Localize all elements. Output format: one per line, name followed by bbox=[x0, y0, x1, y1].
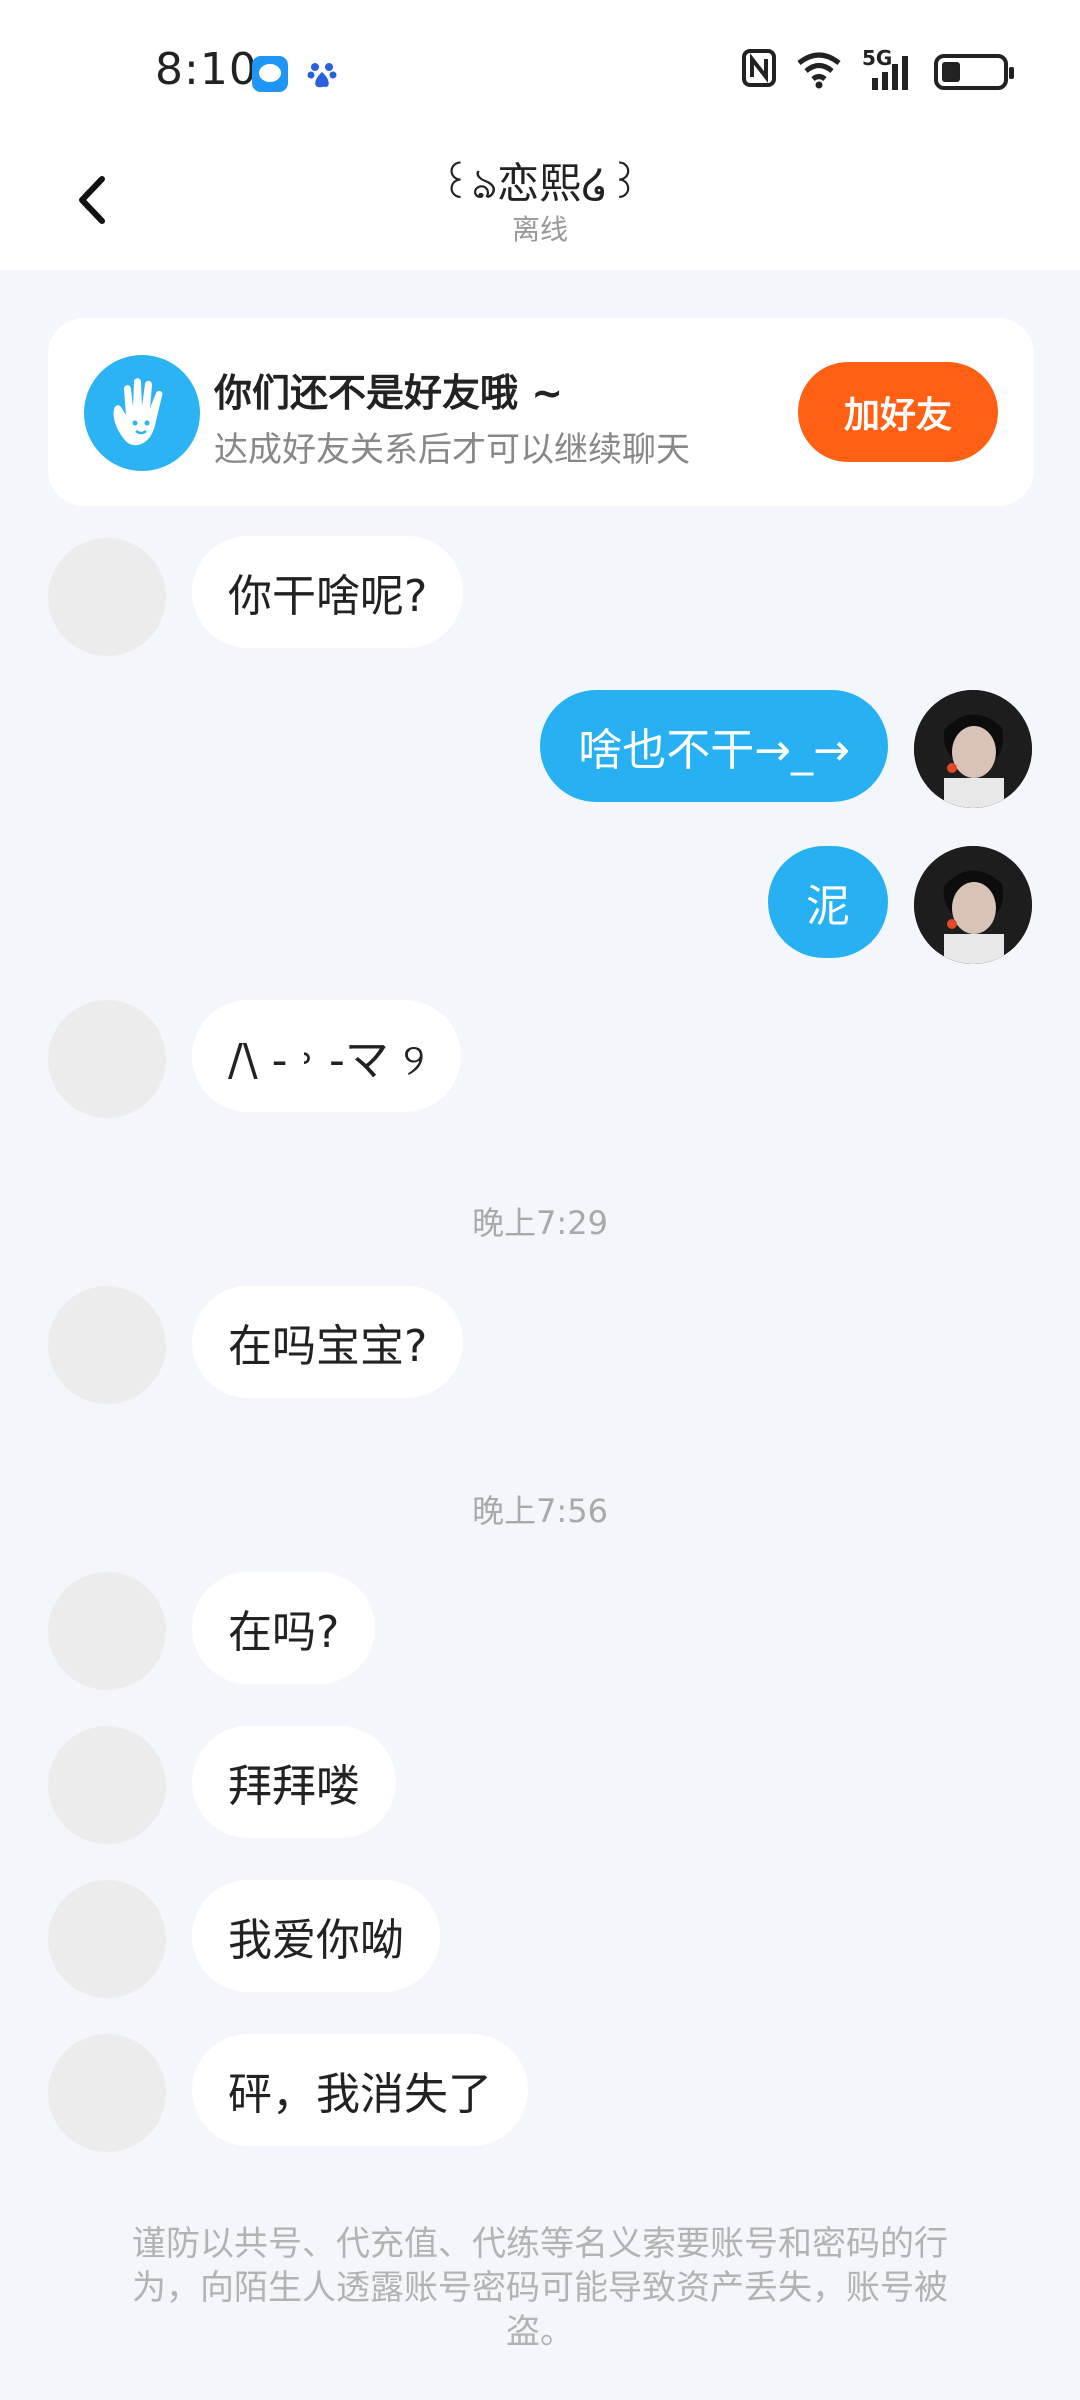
online-status: 离线 bbox=[511, 213, 568, 246]
status-indicators: 5G bbox=[742, 46, 1014, 96]
contact-avatar[interactable] bbox=[48, 2034, 166, 2152]
message-bubble[interactable]: 你干啥呢? bbox=[192, 536, 464, 648]
contact-avatar[interactable] bbox=[48, 1286, 166, 1404]
message-bubble[interactable]: 在吗宝宝? bbox=[192, 1286, 464, 1398]
not-friends-notice: 你们还不是好友哦 ~ 达成好友关系后才可以继续聊天 加好友 bbox=[48, 318, 1034, 506]
contact-avatar[interactable] bbox=[48, 1726, 166, 1844]
hand-wave-icon bbox=[84, 355, 200, 471]
timestamp: 晚上7:56 bbox=[472, 1492, 608, 1530]
baidu-app-icon bbox=[304, 56, 340, 92]
message-bubble[interactable]: 拜拜喽 bbox=[192, 1726, 396, 1838]
nfc-icon bbox=[742, 48, 776, 96]
security-disclaimer: 谨防以共号、代充值、代练等名义索要账号和密码的行为，向陌生人透露账号密码可能导致… bbox=[132, 2224, 948, 2352]
message-bubble[interactable]: 我爱你呦 bbox=[192, 1880, 440, 1992]
message-bubble[interactable]: 啥也不干→_→ bbox=[540, 690, 888, 802]
contact-avatar[interactable] bbox=[48, 1572, 166, 1690]
message-bubble[interactable]: /\ - ˒ -マ ୨ bbox=[192, 1000, 461, 1112]
status-time: 8:10 bbox=[155, 44, 258, 95]
my-avatar[interactable] bbox=[914, 846, 1032, 964]
contact-avatar[interactable] bbox=[48, 1880, 166, 1998]
notice-subtitle: 达成好友关系后才可以继续聊天 bbox=[214, 430, 690, 470]
wifi-icon bbox=[796, 51, 842, 93]
timestamp: 晚上7:29 bbox=[472, 1204, 608, 1242]
add-friend-button[interactable]: 加好友 bbox=[798, 362, 998, 462]
battery-icon bbox=[934, 54, 1014, 90]
contact-avatar[interactable] bbox=[48, 1000, 166, 1118]
status-bar: 8:10 5G bbox=[0, 0, 1080, 140]
cellular-signal-icon: 5G bbox=[862, 46, 914, 92]
message-app-icon bbox=[252, 56, 288, 92]
message-bubble[interactable]: 在吗? bbox=[192, 1572, 376, 1684]
my-avatar[interactable] bbox=[914, 690, 1032, 808]
message-bubble[interactable]: 泥 bbox=[768, 846, 888, 958]
message-bubble[interactable]: 砰，我消失了 bbox=[192, 2034, 528, 2146]
notice-title: 你们还不是好友哦 ~ bbox=[214, 371, 564, 415]
contact-avatar[interactable] bbox=[48, 538, 166, 656]
chat-header: ꒰ঌ恋熙໒꒱ 离线 bbox=[0, 140, 1080, 270]
